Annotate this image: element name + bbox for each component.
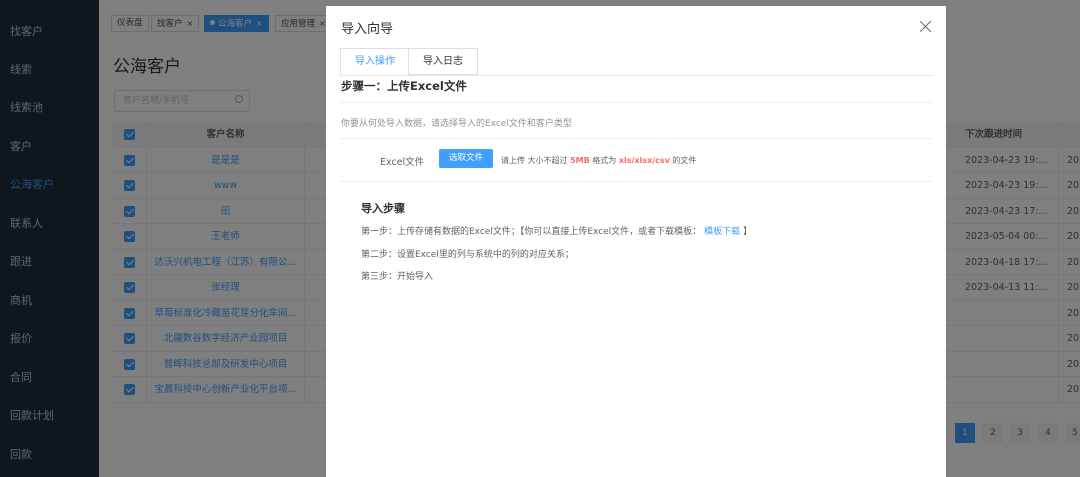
- template-download-link[interactable]: 模板下载: [704, 227, 740, 237]
- step1-end: 】: [742, 227, 752, 237]
- import-step-1: 第一步：上传存储有数据的Excel文件；【你可以直接上传Excel文件，或者下载…: [361, 224, 752, 237]
- tab-divider: [340, 75, 932, 76]
- upload-tip: 请上传 大小不超过 5MB 格式为 xls/xlsx/csv 的文件: [501, 155, 696, 166]
- divider: [340, 181, 932, 182]
- step-title: 步骤一：上传Excel文件: [341, 79, 467, 93]
- tip-formats: xls/xlsx/csv: [618, 156, 670, 165]
- select-file-button[interactable]: 选取文件: [439, 149, 494, 168]
- excel-file-label: Excel文件: [380, 157, 425, 168]
- tab-import-operation[interactable]: 导入操作: [340, 48, 410, 75]
- tab-import-log[interactable]: 导入日志: [408, 48, 478, 75]
- import-step-3: 第三步：开始导入: [361, 272, 434, 282]
- tip-suffix: 的文件: [672, 156, 697, 165]
- divider: [340, 138, 932, 139]
- import-step-2: 第二步：设置Excel里的列与系统中的列的对应关系；: [361, 250, 574, 260]
- tip-size: 5MB: [570, 156, 590, 165]
- import-steps-title: 导入步骤: [361, 202, 405, 215]
- step-description: 你要从何处导入数据，请选择导入的Excel文件和客户类型: [341, 119, 572, 129]
- dialog-title: 导入向导: [341, 22, 394, 37]
- tip-prefix: 请上传 大小不超过: [501, 156, 568, 165]
- step1-text: 第一步：上传存储有数据的Excel文件；【你可以直接上传Excel文件，或者下载…: [361, 227, 702, 237]
- tip-middle: 格式为: [592, 156, 617, 165]
- close-icon[interactable]: [919, 20, 932, 33]
- divider: [340, 102, 932, 103]
- import-wizard-dialog: 导入向导 导入操作 导入日志 步骤一：上传Excel文件 你要从何处导入数据，请…: [326, 6, 946, 477]
